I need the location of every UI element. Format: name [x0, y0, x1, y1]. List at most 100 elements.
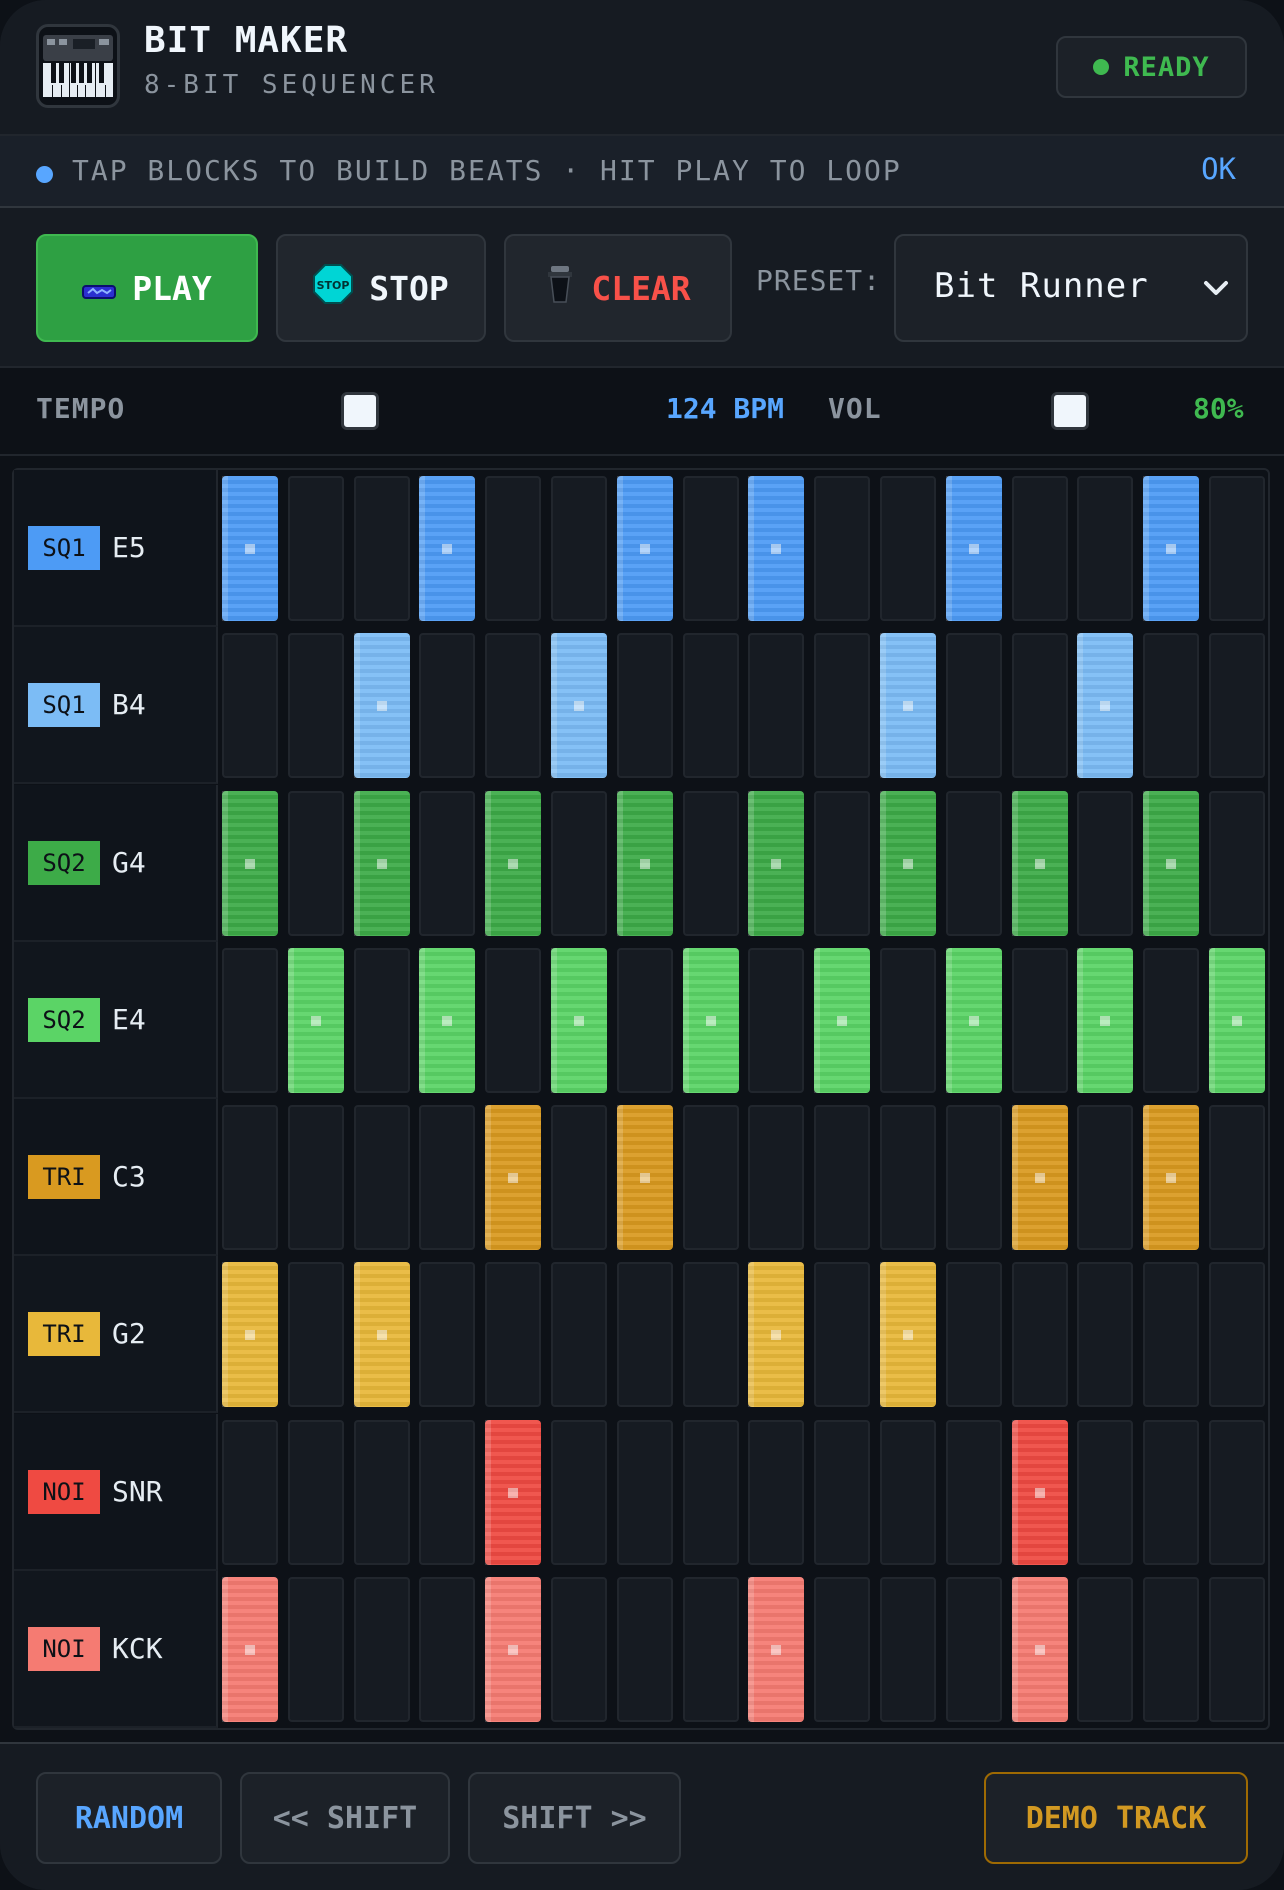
- step-cell[interactable]: [287, 1576, 344, 1722]
- step-cell[interactable]: [222, 1419, 278, 1565]
- step-cell-active[interactable]: [748, 476, 805, 621]
- step-cell[interactable]: [419, 790, 476, 936]
- step-cell[interactable]: [1011, 1262, 1068, 1408]
- step-cell-active[interactable]: [616, 790, 673, 936]
- step-cell-active[interactable]: [1011, 1419, 1068, 1565]
- step-cell[interactable]: [880, 1419, 936, 1565]
- step-cell-active[interactable]: [880, 790, 936, 936]
- step-cell[interactable]: [419, 1105, 476, 1250]
- step-cell[interactable]: [1077, 1105, 1134, 1250]
- step-cell-active[interactable]: [485, 790, 542, 936]
- step-cell-active[interactable]: [485, 1419, 542, 1565]
- step-cell[interactable]: [287, 790, 344, 936]
- step-cell[interactable]: [551, 1105, 607, 1250]
- play-button[interactable]: PLAY: [36, 234, 258, 342]
- step-cell[interactable]: [551, 1419, 607, 1565]
- step-cell-active[interactable]: [1077, 947, 1134, 1093]
- step-cell[interactable]: [945, 790, 1002, 936]
- step-cell[interactable]: [814, 1419, 871, 1565]
- step-cell[interactable]: [287, 1419, 344, 1565]
- step-cell[interactable]: [1209, 1419, 1265, 1565]
- step-cell[interactable]: [880, 947, 936, 1093]
- step-cell[interactable]: [1209, 1576, 1265, 1722]
- step-cell[interactable]: [419, 633, 476, 779]
- step-cell[interactable]: [485, 1262, 542, 1408]
- step-cell[interactable]: [945, 1105, 1002, 1250]
- step-cell[interactable]: [945, 1419, 1002, 1565]
- step-cell[interactable]: [814, 1262, 871, 1408]
- step-cell[interactable]: [287, 476, 344, 621]
- step-cell[interactable]: [353, 947, 410, 1093]
- step-cell[interactable]: [1077, 1576, 1134, 1722]
- step-cell[interactable]: [1077, 1419, 1134, 1565]
- step-cell-active[interactable]: [485, 1576, 542, 1722]
- step-cell[interactable]: [551, 1576, 607, 1722]
- step-cell[interactable]: [1011, 633, 1068, 779]
- step-cell[interactable]: [1209, 1105, 1265, 1250]
- step-cell[interactable]: [682, 1576, 739, 1722]
- step-cell-active[interactable]: [551, 947, 607, 1093]
- step-cell-active[interactable]: [945, 947, 1002, 1093]
- step-cell-active[interactable]: [945, 476, 1002, 621]
- step-cell[interactable]: [616, 633, 673, 779]
- step-cell[interactable]: [616, 1262, 673, 1408]
- step-cell[interactable]: [419, 1576, 476, 1722]
- step-cell[interactable]: [814, 790, 871, 936]
- step-cell-active[interactable]: [551, 633, 607, 779]
- step-cell-active[interactable]: [748, 1262, 805, 1408]
- step-cell[interactable]: [682, 790, 739, 936]
- step-cell[interactable]: [682, 1262, 739, 1408]
- step-cell-active[interactable]: [748, 790, 805, 936]
- step-cell[interactable]: [353, 1105, 410, 1250]
- step-cell[interactable]: [945, 1576, 1002, 1722]
- step-cell[interactable]: [616, 1576, 673, 1722]
- step-cell-active[interactable]: [353, 1262, 410, 1408]
- step-cell[interactable]: [419, 1262, 476, 1408]
- step-cell[interactable]: [1011, 947, 1068, 1093]
- step-cell[interactable]: [353, 1576, 410, 1722]
- step-cell[interactable]: [353, 1419, 410, 1565]
- step-cell-active[interactable]: [616, 476, 673, 621]
- step-cell-active[interactable]: [814, 947, 871, 1093]
- step-cell[interactable]: [485, 476, 542, 621]
- step-cell-active[interactable]: [1209, 947, 1265, 1093]
- step-cell[interactable]: [682, 1419, 739, 1565]
- step-cell[interactable]: [1143, 947, 1200, 1093]
- step-cell[interactable]: [814, 633, 871, 779]
- step-cell-active[interactable]: [222, 790, 278, 936]
- step-cell-active[interactable]: [353, 633, 410, 779]
- preset-dropdown[interactable]: Bit Runner: [894, 234, 1248, 342]
- step-cell-active[interactable]: [1143, 790, 1200, 936]
- step-cell-active[interactable]: [1143, 476, 1200, 621]
- step-cell[interactable]: [748, 1419, 805, 1565]
- step-cell[interactable]: [682, 633, 739, 779]
- step-cell-active[interactable]: [485, 1105, 542, 1250]
- demo-track-button[interactable]: DEMO TRACK: [984, 1772, 1248, 1864]
- step-cell[interactable]: [1077, 790, 1134, 936]
- shift-right-button[interactable]: SHIFT >>: [468, 1772, 681, 1864]
- step-cell[interactable]: [616, 947, 673, 1093]
- step-cell-active[interactable]: [1011, 790, 1068, 936]
- step-cell[interactable]: [485, 633, 542, 779]
- dismiss-hint-button[interactable]: OK: [1201, 152, 1236, 186]
- step-cell[interactable]: [945, 633, 1002, 779]
- step-cell[interactable]: [814, 476, 871, 621]
- step-cell[interactable]: [287, 633, 344, 779]
- step-cell[interactable]: [814, 1576, 871, 1722]
- step-cell[interactable]: [222, 1105, 278, 1250]
- step-cell[interactable]: [1143, 1419, 1200, 1565]
- step-cell[interactable]: [551, 476, 607, 621]
- step-cell[interactable]: [1143, 633, 1200, 779]
- step-cell-active[interactable]: [1143, 1105, 1200, 1250]
- step-cell[interactable]: [353, 476, 410, 621]
- step-cell[interactable]: [1143, 1576, 1200, 1722]
- step-cell[interactable]: [1209, 790, 1265, 936]
- step-cell[interactable]: [222, 947, 278, 1093]
- stop-button[interactable]: STOP STOP: [276, 234, 486, 342]
- step-cell[interactable]: [945, 1262, 1002, 1408]
- step-cell[interactable]: [1011, 476, 1068, 621]
- step-cell[interactable]: [748, 1105, 805, 1250]
- step-cell[interactable]: [485, 947, 542, 1093]
- step-cell[interactable]: [748, 947, 805, 1093]
- step-cell[interactable]: [551, 1262, 607, 1408]
